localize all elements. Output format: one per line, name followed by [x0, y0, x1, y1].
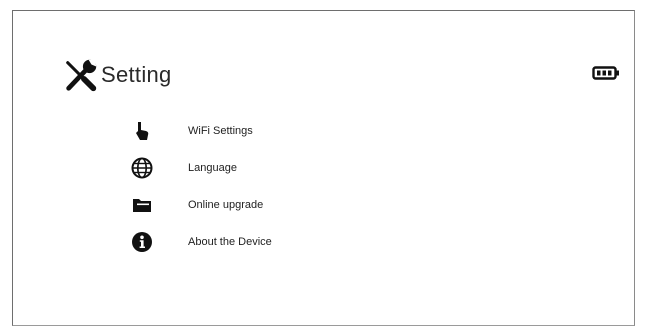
- page-header: Setting: [62, 55, 172, 95]
- menu-item-label: WiFi Settings: [188, 124, 253, 137]
- menu-item-label: Language: [188, 161, 237, 174]
- folder-icon: [128, 191, 156, 219]
- info-icon: [128, 228, 156, 256]
- menu-item-label: Online upgrade: [188, 198, 264, 211]
- wrench-screwdriver-icon: [66, 59, 97, 92]
- globe-icon: [128, 154, 156, 182]
- menu-item-wifi-settings[interactable]: WiFi Settings: [128, 112, 272, 149]
- menu-item-online-upgrade[interactable]: Online upgrade: [128, 186, 272, 223]
- menu-item-language[interactable]: Language: [128, 149, 272, 186]
- menu-item-about-device[interactable]: About the Device: [128, 223, 272, 260]
- settings-menu: WiFi Settings Language Online upgrade Ab…: [128, 112, 272, 260]
- battery-icon: [592, 66, 619, 80]
- page-title: Setting: [101, 62, 172, 87]
- hand-pointer-icon: [128, 117, 156, 145]
- menu-item-label: About the Device: [188, 235, 272, 248]
